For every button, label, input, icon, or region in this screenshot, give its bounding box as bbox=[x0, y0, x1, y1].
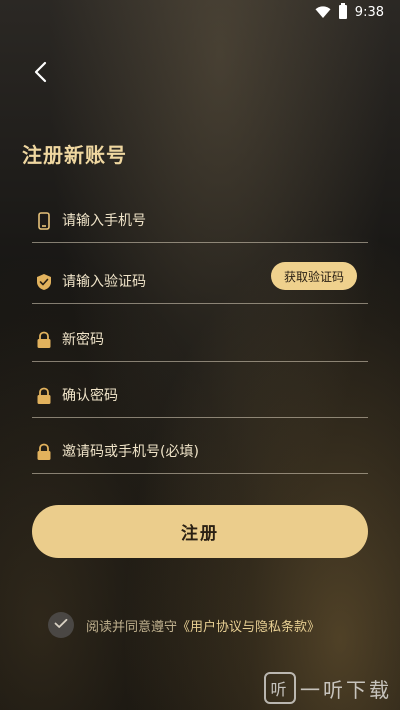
new-password-input[interactable] bbox=[62, 324, 368, 355]
confirm-password-field bbox=[32, 374, 368, 418]
agreement-prefix: 阅读并同意遵守 bbox=[86, 619, 178, 635]
new-password-field bbox=[32, 318, 368, 362]
lock-icon bbox=[34, 386, 54, 406]
phone-icon bbox=[34, 211, 54, 231]
shield-check-icon bbox=[34, 272, 54, 292]
phone-field bbox=[32, 199, 368, 243]
watermark: 听 一听下载 bbox=[264, 672, 392, 704]
watermark-text: 一听下载 bbox=[300, 677, 392, 702]
lock-icon bbox=[34, 330, 54, 350]
battery-icon bbox=[338, 3, 347, 19]
status-bar: 9:38 bbox=[0, 0, 400, 24]
agreement-row: 阅读并同意遵守 《用户协议与隐私条款》 bbox=[48, 612, 320, 638]
get-code-button[interactable]: 获取验证码 bbox=[271, 262, 357, 290]
invite-code-field bbox=[32, 430, 368, 474]
phone-input[interactable] bbox=[62, 205, 368, 236]
lock-icon bbox=[34, 442, 54, 462]
back-button[interactable] bbox=[24, 58, 56, 90]
back-chevron-icon bbox=[33, 61, 47, 87]
agreement-link[interactable]: 《用户协议与隐私条款》 bbox=[177, 616, 320, 635]
page-title: 注册新账号 bbox=[22, 143, 127, 167]
invite-code-input[interactable] bbox=[62, 436, 368, 467]
wifi-icon bbox=[315, 5, 331, 19]
status-time: 9:38 bbox=[354, 4, 384, 20]
register-button[interactable]: 注册 bbox=[32, 505, 368, 558]
agreement-checkbox[interactable] bbox=[48, 612, 74, 638]
watermark-logo: 听 bbox=[264, 672, 296, 704]
checkmark-icon bbox=[54, 618, 68, 633]
confirm-password-input[interactable] bbox=[62, 380, 368, 411]
